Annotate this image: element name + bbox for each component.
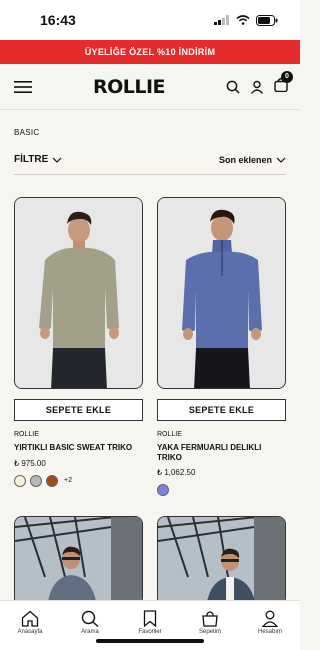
- search-icon: [81, 610, 99, 627]
- tab-favorites-label: Favoriler: [138, 629, 162, 635]
- product-image[interactable]: [14, 516, 143, 607]
- more-colors[interactable]: +2: [64, 477, 72, 484]
- product-image[interactable]: [14, 197, 143, 389]
- menu-icon[interactable]: [14, 80, 32, 93]
- chevron-down-icon: [52, 157, 62, 163]
- color-swatches: +2: [14, 474, 143, 487]
- product-brand: ROLLIE: [14, 431, 39, 438]
- tab-cart[interactable]: Sepetim: [182, 610, 238, 635]
- status-bar: 16:43: [0, 0, 300, 40]
- product-price: ₺ 975.00: [14, 458, 46, 468]
- tab-cart-label: Sepetim: [198, 629, 221, 635]
- search-icon[interactable]: [226, 80, 240, 94]
- chevron-down-icon: [276, 157, 286, 163]
- home-icon: [21, 610, 39, 627]
- product-grid: SEPETE EKLE ROLLIE YIRTIKLI BASIC SWEAT …: [0, 175, 300, 497]
- filter-bar: FİLTRE Son eklenen: [14, 153, 286, 175]
- tab-home[interactable]: Anasayfa: [2, 610, 58, 635]
- tab-account-label: Hesabım: [257, 629, 282, 635]
- product-card: SEPETE EKLE ROLLIE YAKA FERMUARLI DELIKL…: [157, 197, 286, 497]
- promo-text: ÜYELİĞE ÖZEL %10 İNDİRİM: [84, 47, 216, 57]
- filter-label: FİLTRE: [14, 154, 49, 165]
- product-image[interactable]: [157, 516, 286, 607]
- tab-account[interactable]: Hesabım: [242, 610, 298, 635]
- product-card: SEPETE EKLE ROLLIE YIRTIKLI BASIC SWEAT …: [14, 197, 143, 496]
- product-name[interactable]: YIRTIKLI BASIC SWEAT TRIKO: [14, 443, 143, 453]
- battery-icon: [256, 14, 278, 26]
- add-to-cart-label: SEPETE EKLE: [45, 405, 112, 415]
- cart-count-badge: 0: [280, 70, 293, 83]
- color-swatch[interactable]: [30, 474, 42, 487]
- color-swatch[interactable]: [46, 474, 58, 487]
- color-swatch[interactable]: [14, 474, 26, 487]
- header: ROLLIE 0: [0, 64, 300, 110]
- user-icon: [261, 610, 279, 627]
- bookmark-icon: [143, 610, 157, 627]
- promo-banner[interactable]: ÜYELİĞE ÖZEL %10 İNDİRİM: [0, 40, 300, 64]
- sort-label: Son eklenen: [218, 154, 272, 165]
- tab-favorites[interactable]: Favoriler: [122, 610, 178, 635]
- status-icons: [214, 14, 278, 26]
- signal-icon: [214, 15, 229, 25]
- color-swatch[interactable]: [157, 484, 169, 497]
- color-swatches: [157, 484, 286, 497]
- user-icon[interactable]: [250, 80, 264, 94]
- status-time: 16:43: [40, 12, 76, 28]
- product-image[interactable]: [157, 197, 286, 389]
- product-brand: ROLLIE: [157, 431, 182, 438]
- product-photo-zip-sweater: [158, 198, 285, 388]
- add-to-cart-label: SEPETE EKLE: [188, 405, 255, 415]
- home-indicator: [96, 639, 204, 643]
- tab-search-label: Arama: [81, 629, 99, 635]
- product-photo-jacket: [158, 517, 285, 606]
- add-to-cart-button[interactable]: SEPETE EKLE: [14, 399, 143, 421]
- product-photo-jacket: [15, 517, 142, 606]
- sort-dropdown[interactable]: Son eklenen: [219, 155, 286, 165]
- filter-button[interactable]: FİLTRE: [14, 154, 62, 165]
- product-grid-row-2: [0, 496, 300, 607]
- tab-search[interactable]: Arama: [62, 610, 118, 635]
- shopping-bag-icon: [202, 611, 218, 627]
- product-name[interactable]: YAKA FERMUARLI DELIKLI TRIKO: [157, 443, 286, 462]
- add-to-cart-button[interactable]: SEPETE EKLE: [157, 399, 286, 421]
- tab-home-label: Anasayfa: [17, 629, 43, 635]
- product-price: ₺ 1,062.50: [157, 468, 196, 478]
- product-photo-sweater: [15, 198, 142, 388]
- brand-logo[interactable]: ROLLIE: [93, 76, 166, 98]
- cart-button[interactable]: 0: [274, 70, 293, 97]
- header-actions: 0: [226, 70, 293, 97]
- breadcrumb[interactable]: BASIC: [0, 110, 300, 137]
- wifi-icon: [236, 15, 250, 25]
